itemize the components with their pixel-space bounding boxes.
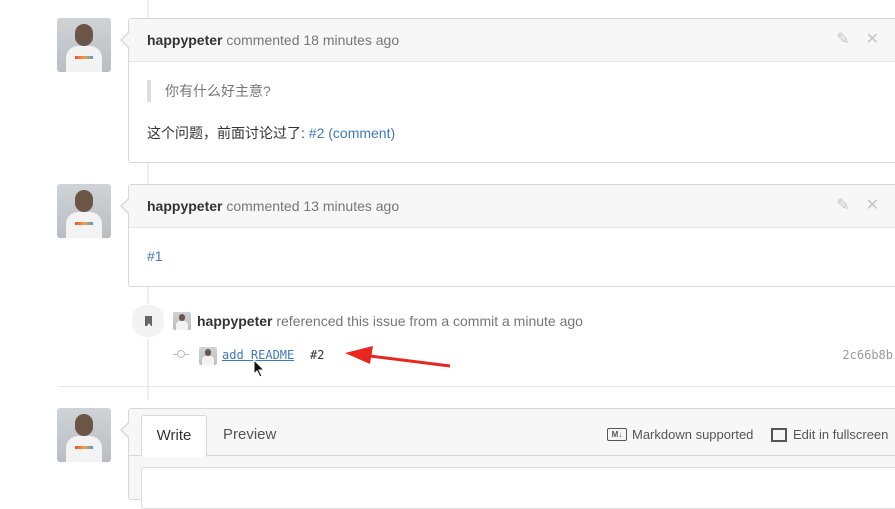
comment-header: happypeter commented 13 minutes ago ✎ ✕ bbox=[129, 185, 895, 228]
commit-sha[interactable]: 2c66b8b bbox=[842, 348, 893, 362]
commit-issue-ref[interactable]: #2 bbox=[310, 348, 324, 362]
quote-text: 你有什么好主意? bbox=[165, 83, 271, 99]
event-avatar[interactable] bbox=[173, 312, 191, 330]
comment-meta[interactable]: commented 13 minutes ago bbox=[226, 198, 399, 214]
avatar[interactable] bbox=[57, 18, 111, 72]
comment-author[interactable]: happypeter bbox=[147, 198, 222, 214]
edit-icon[interactable]: ✎ bbox=[836, 19, 849, 61]
comment-text: 这个问题，前面讨论过了: #2 (comment) bbox=[147, 123, 395, 143]
comment-meta[interactable]: commented 18 minutes ago bbox=[226, 32, 399, 48]
fullscreen-icon bbox=[771, 427, 787, 442]
comment-header: happypeter commented 18 minutes ago ✎ ✕ bbox=[129, 19, 895, 62]
fullscreen-button[interactable]: Edit in fullscreen bbox=[771, 427, 888, 442]
comment-link[interactable]: #2 (comment) bbox=[309, 125, 395, 141]
avatar[interactable] bbox=[57, 408, 111, 462]
event-description: referenced this issue from a commit a mi… bbox=[276, 313, 583, 329]
commit-avatar[interactable] bbox=[199, 347, 217, 365]
tab-preview[interactable]: Preview bbox=[223, 415, 276, 455]
bookmark-icon bbox=[144, 316, 152, 326]
comment-author[interactable]: happypeter bbox=[147, 32, 222, 48]
event-badge bbox=[130, 303, 166, 339]
close-icon[interactable]: ✕ bbox=[866, 185, 879, 227]
divider bbox=[58, 386, 895, 387]
avatar[interactable] bbox=[57, 184, 111, 238]
markdown-icon: M↓ bbox=[607, 428, 627, 441]
commit-icon bbox=[173, 348, 189, 362]
edit-icon[interactable]: ✎ bbox=[836, 185, 849, 227]
tab-write[interactable]: Write bbox=[141, 415, 207, 457]
comment-2: happypeter commented 13 minutes ago ✎ ✕ … bbox=[120, 184, 895, 287]
event-author[interactable]: happypeter bbox=[197, 313, 272, 329]
comment-text-content: 这个问题，前面讨论过了: bbox=[147, 125, 309, 141]
annotation-arrow bbox=[345, 346, 451, 368]
mouse-cursor-icon bbox=[253, 359, 266, 378]
comment-quote: 你有什么好主意? bbox=[147, 80, 271, 102]
comment-1: happypeter commented 18 minutes ago ✎ ✕ … bbox=[120, 18, 895, 163]
markdown-label: Markdown supported bbox=[632, 427, 754, 442]
close-icon[interactable]: ✕ bbox=[866, 19, 879, 61]
event-text: happypeter referenced this issue from a … bbox=[197, 312, 583, 330]
issue-link[interactable]: #1 bbox=[147, 248, 163, 264]
markdown-supported[interactable]: M↓ Markdown supported bbox=[607, 427, 753, 442]
comment-textarea[interactable] bbox=[141, 467, 895, 509]
fullscreen-label: Edit in fullscreen bbox=[793, 427, 889, 442]
